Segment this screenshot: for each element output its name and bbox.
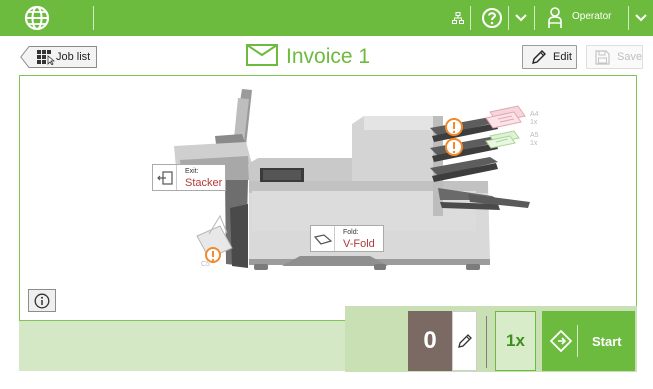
tray1-count: 1x [530, 119, 538, 126]
help-icon[interactable] [480, 6, 504, 30]
bottom-divider [486, 316, 487, 368]
counter-value: 0 [423, 327, 437, 354]
start-button[interactable]: Start [542, 311, 635, 371]
info-icon [34, 293, 50, 308]
network-icon[interactable] [450, 6, 466, 30]
pencil-icon [457, 334, 472, 348]
folder-inserter-illustration [174, 89, 530, 270]
tray2-count: 1x [530, 140, 538, 147]
tray1-info: A4 1x [530, 111, 539, 127]
globe-icon[interactable] [22, 3, 52, 33]
topbar-divider [628, 6, 629, 30]
exit-value: Stacker [185, 177, 223, 189]
multiplier-button[interactable]: 1x [495, 311, 536, 371]
counter-edit-button[interactable] [452, 311, 477, 371]
tray2-size: A5 [530, 132, 539, 139]
topbar-divider [508, 6, 509, 30]
pencil-icon [531, 49, 547, 70]
warning-icon [445, 138, 463, 156]
title-row: Job list Invoice 1 Edit Save [0, 36, 653, 76]
save-label: Save [617, 51, 643, 63]
top-bar: Operator [0, 0, 653, 36]
start-icon [549, 329, 573, 357]
page-title: Invoice 1 [246, 42, 370, 72]
chevron-down-icon[interactable] [514, 6, 528, 30]
fold-tag[interactable]: Fold: V-Fold [310, 225, 384, 252]
start-label: Start [592, 334, 622, 349]
warning-icon [445, 118, 463, 136]
exit-stacker-tag[interactable]: Exit: Stacker [152, 164, 226, 191]
start-separator [577, 325, 578, 357]
envelope-icon [246, 43, 278, 71]
topbar-divider [93, 6, 94, 30]
fold-icon [311, 226, 335, 251]
info-button[interactable] [28, 289, 56, 312]
user-icon[interactable] [545, 6, 565, 30]
tray1-size: A4 [530, 111, 539, 118]
chevron-down-icon[interactable] [634, 6, 648, 30]
fold-value: V-Fold [343, 238, 375, 250]
page-title-text: Invoice 1 [286, 45, 371, 68]
counter-display: 0 [408, 311, 452, 371]
operator-label[interactable]: Operator [572, 11, 611, 22]
save-icon [595, 50, 610, 70]
warning-icon [205, 247, 221, 263]
job-list-label: Job list [56, 51, 91, 63]
topbar-divider [534, 6, 535, 30]
paper-tray-a5-icon [485, 130, 520, 149]
exit-key: Exit: [185, 168, 199, 175]
job-list-icon [37, 50, 56, 70]
envelope-size: C5 [201, 261, 210, 268]
save-button[interactable]: Save [586, 45, 643, 69]
machine-canvas: A4 1x A5 1x C5 Exit: Stacker Fold: V-Fol… [19, 75, 637, 321]
topbar-divider [470, 6, 471, 30]
tray2-info: A5 1x [530, 132, 539, 148]
edit-button[interactable]: Edit [522, 45, 577, 69]
edit-label: Edit [553, 51, 572, 63]
paper-tray-a4-icon [485, 105, 526, 129]
multiplier-value: 1x [506, 331, 525, 350]
exit-icon [153, 165, 177, 190]
fold-key: Fold: [343, 229, 359, 236]
